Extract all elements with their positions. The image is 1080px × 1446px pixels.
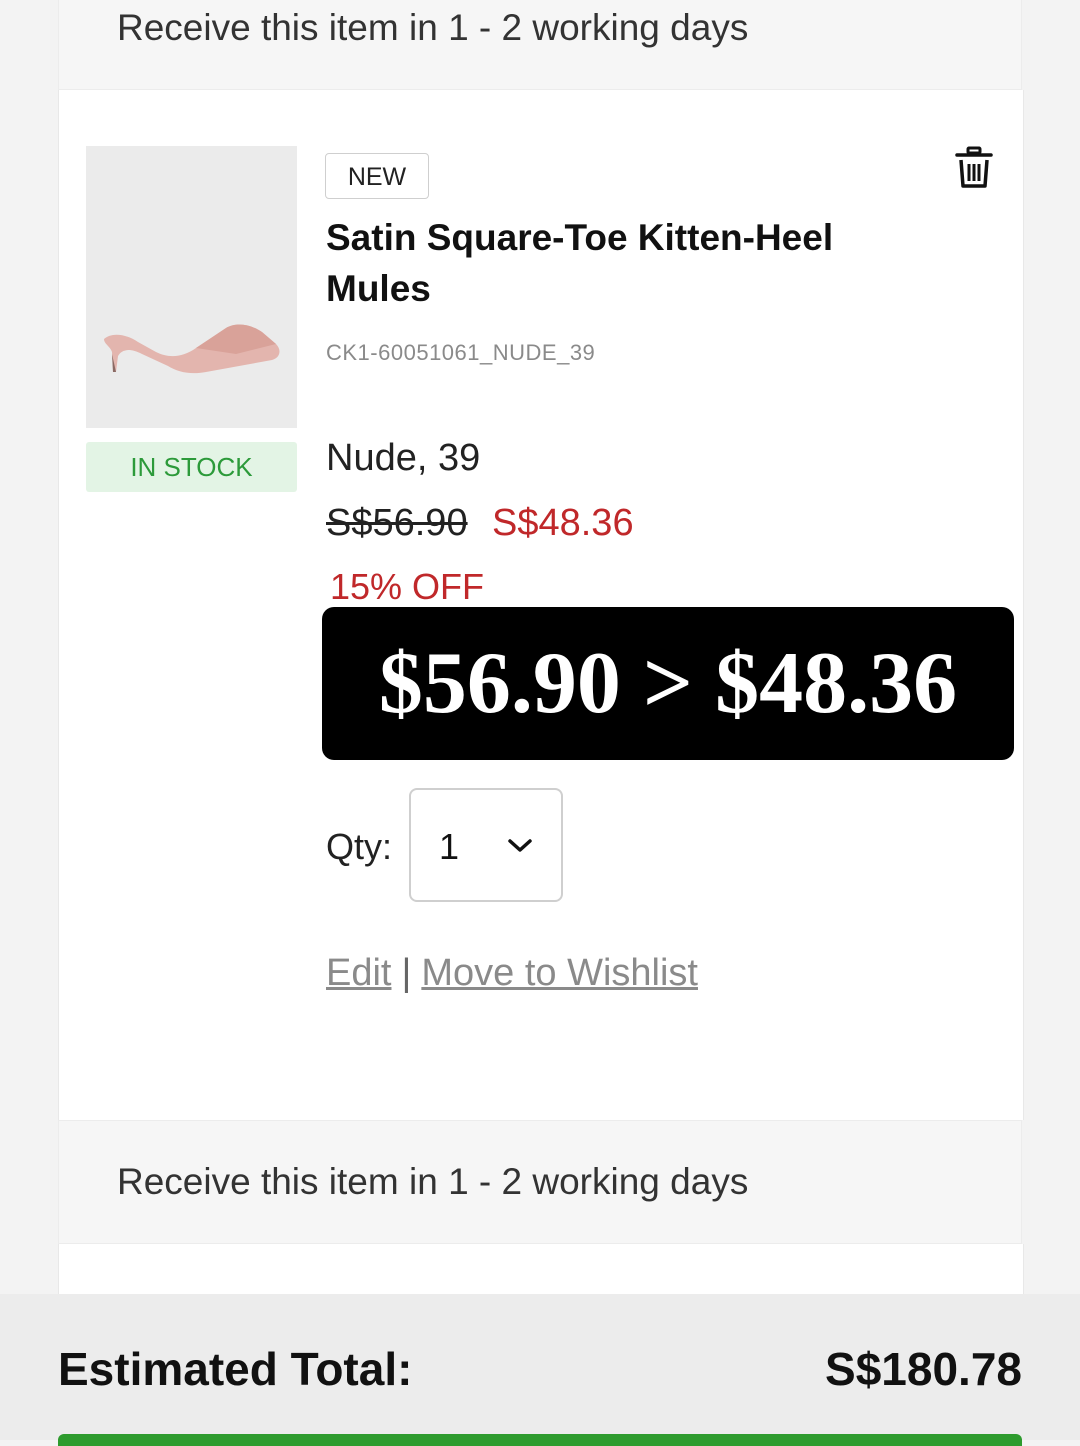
trash-icon xyxy=(955,146,993,188)
new-badge: NEW xyxy=(325,153,429,199)
product-variant: Nude, 39 xyxy=(326,437,481,479)
checkout-button[interactable] xyxy=(58,1434,1022,1446)
item-actions: Edit | Move to Wishlist xyxy=(326,952,698,995)
sale-price: S$48.36 xyxy=(492,502,634,544)
stock-status-badge: IN STOCK xyxy=(86,442,297,492)
quantity-label: Qty: xyxy=(326,826,393,867)
delivery-notice-text: Receive this item in 1 - 2 working days xyxy=(117,7,749,48)
original-price: S$56.90 xyxy=(326,502,468,544)
estimated-total-label: Estimated Total: xyxy=(58,1343,413,1395)
delivery-notice: Receive this item in 1 - 2 working days xyxy=(58,0,1022,90)
quantity-value: 1 xyxy=(439,826,460,867)
quantity-select[interactable]: 1 xyxy=(409,788,563,902)
delete-button[interactable] xyxy=(954,146,994,190)
product-sku: CK1-60051061_NUDE_39 xyxy=(326,340,596,365)
chevron-down-icon xyxy=(508,839,532,852)
shoe-icon xyxy=(104,324,280,374)
estimated-total-value: S$180.78 xyxy=(825,1343,1022,1395)
action-separator: | xyxy=(401,952,412,994)
product-image[interactable] xyxy=(86,146,297,428)
discount-label: 15% OFF xyxy=(330,566,485,607)
move-to-wishlist-link[interactable]: Move to Wishlist xyxy=(421,952,698,994)
delivery-notice: Receive this item in 1 - 2 working days xyxy=(58,1120,1022,1244)
edit-link[interactable]: Edit xyxy=(326,952,391,994)
price-comparison-overlay: $56.90 > $48.36 xyxy=(322,607,1014,760)
product-title[interactable]: Satin Square-Toe Kitten-Heel Mules xyxy=(326,212,906,314)
delivery-notice-text: Receive this item in 1 - 2 working days xyxy=(117,1161,749,1202)
